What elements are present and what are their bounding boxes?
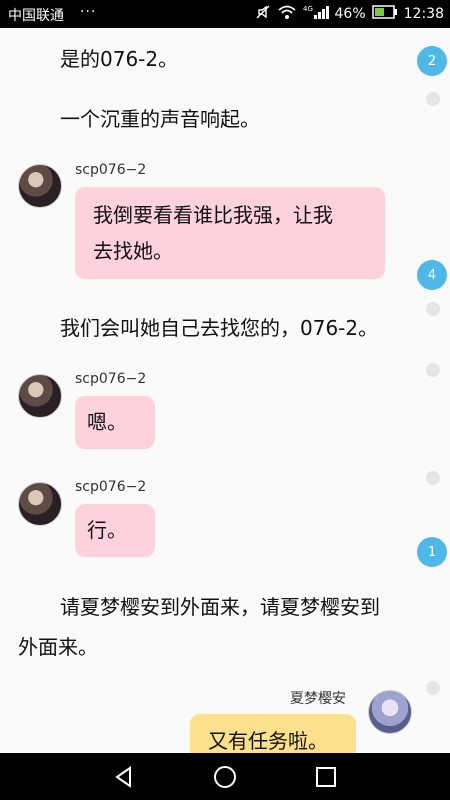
avatar-scp076[interactable] [18,482,62,526]
more-notifications-dots: ··· [80,4,97,20]
message-bubble[interactable]: 行。 [75,504,155,557]
message-text: 嗯。 [87,410,127,434]
narration-3: 我们会叫她自己去找您的，076-2。 [60,316,379,340]
battery-percent: 46% [334,6,366,22]
read-dot [426,471,440,485]
mute-icon [255,4,271,24]
message-text-line: 我倒要看看谁比我强，让我 [93,203,333,227]
unread-badge[interactable]: 4 [417,260,447,290]
read-dot [426,681,440,695]
chat-screen[interactable]: 是的076-2。 2 一个沉重的声音响起。 scp076−2 我倒要看看谁比我强… [0,28,450,753]
carrier-label: 中国联通 [8,8,64,24]
navigation-bar [0,753,450,800]
read-dot [426,92,440,106]
sender-name: 夏梦樱安 [290,691,346,707]
unread-badge[interactable]: 1 [417,537,447,567]
status-bar: 中国联通 ··· 4G 46% 12:38 [0,0,450,28]
message-text-line: 去找她。 [93,239,173,263]
message-bubble[interactable]: 又有任务啦。 [190,714,356,753]
clock: 12:38 [403,6,444,22]
battery-icon [371,5,398,23]
sender-name: scp076−2 [75,371,147,387]
sender-name: scp076−2 [75,479,147,495]
status-right: 4G 46% 12:38 [255,4,444,24]
signal-icon: 4G [303,4,329,24]
circle-home-icon[interactable] [211,763,239,791]
triangle-back-icon[interactable] [110,763,138,791]
message-bubble[interactable]: 我倒要看看谁比我强，让我 去找她。 [75,187,385,279]
wifi-icon [277,4,297,24]
narration-2: 一个沉重的声音响起。 [60,107,260,131]
narration-4: 请夏梦樱安到外面来，请夏梦樱安到 [60,595,380,619]
avatar-self[interactable] [368,690,412,734]
read-dot [426,363,440,377]
avatar-scp076[interactable] [18,374,62,418]
sender-name: scp076−2 [75,162,147,178]
narration-5: 外面来。 [18,635,98,659]
square-recent-icon[interactable] [312,763,340,791]
network-label: 4G [303,5,313,13]
message-bubble[interactable]: 嗯。 [75,396,155,449]
message-text: 行。 [87,518,127,542]
avatar-scp076[interactable] [18,164,62,208]
narration-1: 是的076-2。 [60,47,179,71]
unread-badge[interactable]: 2 [417,46,447,76]
read-dot [426,302,440,316]
message-text: 又有任务啦。 [208,729,328,753]
